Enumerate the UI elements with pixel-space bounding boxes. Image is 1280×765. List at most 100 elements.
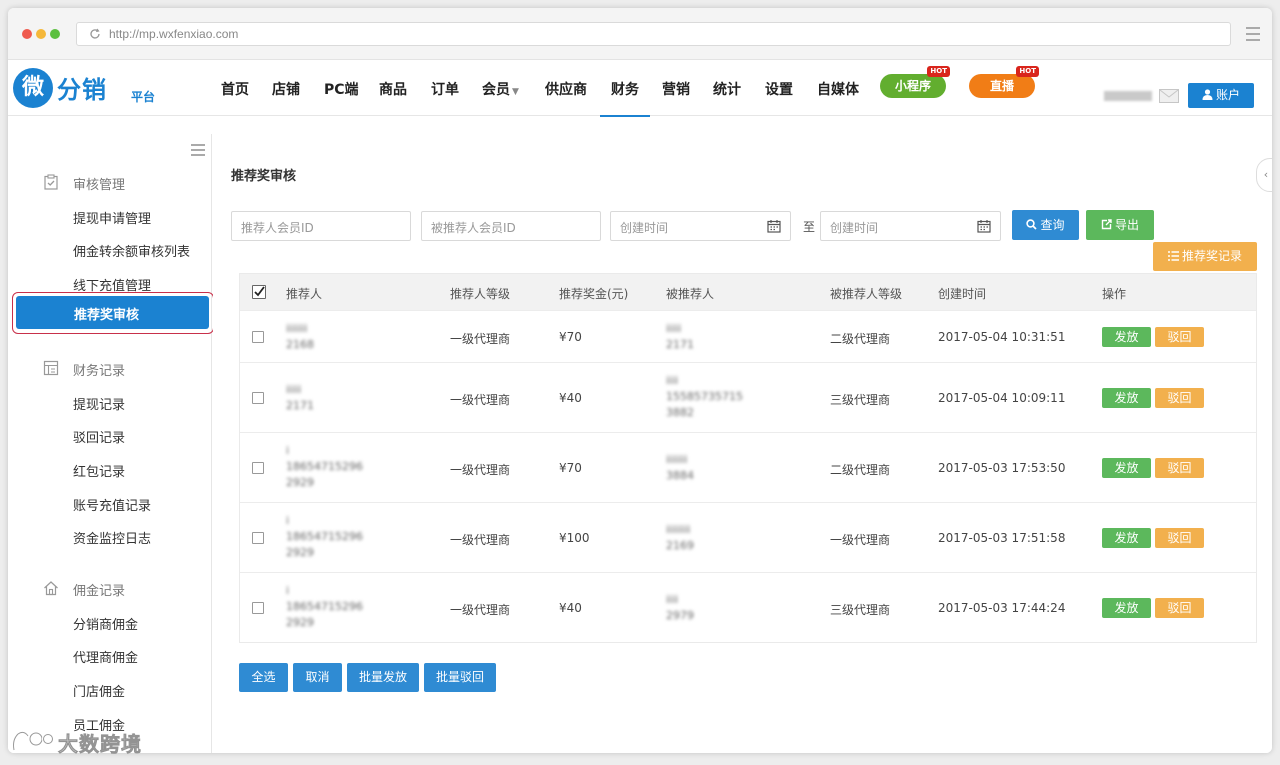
referee-cell: iiii 2979 [666, 593, 694, 622]
sidebar-item-commission-transfer[interactable]: 佣金转余额审核列表 [73, 241, 190, 260]
release-button[interactable]: 发放 [1102, 458, 1151, 478]
hot-badge: HOT [927, 66, 950, 77]
sidebar-item-store-commission[interactable]: 门店佣金 [73, 681, 125, 700]
nav-orders[interactable]: 订单 [431, 79, 459, 99]
sidebar-item-withdraw-requests[interactable]: 提现申请管理 [73, 208, 151, 227]
reject-button[interactable]: 驳回 [1155, 598, 1204, 618]
release-button[interactable]: 发放 [1102, 388, 1151, 408]
nav-marketing[interactable]: 营销 [662, 79, 690, 99]
nav-settings[interactable]: 设置 [765, 79, 793, 99]
sidebar-item-referral-review[interactable]: 推荐奖审核 [12, 292, 214, 334]
row-checkbox[interactable] [252, 602, 264, 614]
table-row: i 18654715296 2929 一级代理商 ¥70 iiiiiii 388… [240, 432, 1256, 502]
nav-pc[interactable]: PC端 [324, 79, 359, 99]
bulk-reject-button[interactable]: 批量驳回 [424, 663, 496, 692]
reject-button[interactable]: 驳回 [1155, 388, 1204, 408]
nav-finance[interactable]: 财务 [600, 79, 650, 117]
address-bar[interactable]: http://mp.wxfenxiao.com [76, 22, 1231, 46]
search-icon [1026, 219, 1038, 230]
referee-cell: iiiiiiii 2169 [666, 523, 694, 552]
referrer-cell: i 18654715296 2929 [286, 444, 363, 489]
start-date-placeholder: 创建时间 [620, 221, 669, 235]
referrer-level-cell: 一级代理商 [450, 463, 511, 477]
mini-program-button[interactable]: 小程序 HOT [880, 66, 950, 98]
release-button[interactable]: 发放 [1102, 327, 1151, 347]
watermark-logo-icon [11, 730, 54, 751]
calendar-icon[interactable] [977, 219, 991, 233]
nav-home[interactable]: 首页 [221, 79, 249, 99]
cancel-button[interactable]: 取消 [293, 663, 342, 692]
nav-suppliers[interactable]: 供应商 [545, 79, 587, 99]
created-time-cell: 2017-05-03 17:53:50 [938, 461, 1066, 475]
bonus-cell: ¥70 [559, 461, 582, 475]
nav-store[interactable]: 店铺 [272, 79, 300, 99]
header-referrer: 推荐人 [286, 287, 323, 301]
sidebar-item-withdraw-records[interactable]: 提现记录 [73, 394, 125, 413]
sidebar-item-reject-records[interactable]: 驳回记录 [73, 427, 125, 446]
close-window-dot[interactable] [22, 29, 32, 39]
mail-icon[interactable] [1159, 89, 1179, 103]
referee-level-cell: 一级代理商 [830, 533, 891, 547]
referral-records-label: 推荐奖记录 [1181, 249, 1242, 263]
sidebar-item-red-packet-records[interactable]: 红包记录 [73, 461, 125, 480]
nav-statistics[interactable]: 统计 [713, 79, 741, 99]
referral-table: 推荐人 推荐人等级 推荐奖金(元) 被推荐人 被推荐人等级 创建时间 操作 ii… [239, 273, 1257, 643]
referrer-cell: iiiiiii 2168 [286, 322, 314, 351]
end-date-input[interactable]: 创建时间 [820, 211, 1001, 241]
reject-button[interactable]: 驳回 [1155, 327, 1204, 347]
referee-id-placeholder: 被推荐人会员ID [431, 221, 516, 235]
referee-cell: iiiii 2171 [666, 322, 694, 351]
calendar-icon[interactable] [767, 219, 781, 233]
query-button[interactable]: 查询 [1012, 210, 1079, 240]
sidebar-item-recharge-records[interactable]: 账号充值记录 [73, 495, 151, 514]
select-all-checkbox[interactable] [252, 285, 266, 299]
bonus-cell: ¥40 [559, 601, 582, 615]
release-button[interactable]: 发放 [1102, 598, 1151, 618]
account-button[interactable]: 账户 [1188, 83, 1254, 108]
referrer-level-cell: 一级代理商 [450, 332, 511, 346]
nav-self-media[interactable]: 自媒体 [817, 79, 859, 99]
nav-members-label: 会员 [482, 82, 510, 98]
bulk-release-button[interactable]: 批量发放 [347, 663, 419, 692]
row-checkbox[interactable] [252, 532, 264, 544]
referrer-level-cell: 一级代理商 [450, 533, 511, 547]
side-panel-toggle[interactable]: ‹ [1256, 158, 1272, 192]
sidebar: 审核管理 提现申请管理 佣金转余额审核列表 线下充值管理 推荐奖审核 财务记录 … [8, 134, 214, 753]
created-time-cell: 2017-05-03 17:44:24 [938, 601, 1066, 615]
logo[interactable]: 微 分销 平台 [13, 68, 173, 108]
reject-button[interactable]: 驳回 [1155, 528, 1204, 548]
row-checkbox[interactable] [252, 392, 264, 404]
referrer-level-cell: 一级代理商 [450, 603, 511, 617]
referee-id-input[interactable]: 被推荐人会员ID [421, 211, 601, 241]
reject-button[interactable]: 驳回 [1155, 458, 1204, 478]
referee-cell: iiii 15585735715 3882 [666, 374, 743, 419]
reload-icon[interactable] [89, 28, 101, 40]
live-button[interactable]: 直播 HOT [969, 66, 1039, 98]
nav-products[interactable]: 商品 [379, 79, 407, 99]
query-label: 查询 [1040, 218, 1065, 232]
start-date-input[interactable]: 创建时间 [610, 211, 791, 241]
export-icon [1101, 219, 1112, 230]
collapse-sidebar-icon[interactable] [191, 144, 205, 159]
referee-level-cell: 二级代理商 [830, 463, 891, 477]
row-checkbox[interactable] [252, 462, 264, 474]
browser-menu-icon[interactable] [1246, 27, 1260, 45]
sidebar-item-agent-commission[interactable]: 代理商佣金 [73, 647, 138, 666]
release-button[interactable]: 发放 [1102, 528, 1151, 548]
minimize-window-dot[interactable] [36, 29, 46, 39]
section-title-finance-records: 财务记录 [73, 364, 126, 379]
maximize-window-dot[interactable] [50, 29, 60, 39]
referrer-id-input[interactable]: 推荐人会员ID [231, 211, 411, 241]
live-label: 直播 [989, 79, 1014, 93]
sidebar-item-distributor-commission[interactable]: 分销商佣金 [73, 614, 138, 633]
logo-sub-text: 平台 [131, 90, 156, 104]
watermark: 大数跨境 [10, 726, 180, 756]
referral-records-button[interactable]: 推荐奖记录 [1153, 242, 1257, 271]
username-blurred [1104, 91, 1152, 101]
select-all-button[interactable]: 全选 [239, 663, 288, 692]
export-button[interactable]: 导出 [1086, 210, 1154, 240]
row-checkbox[interactable] [252, 331, 264, 343]
nav-members[interactable]: 会员 ▼ [482, 79, 519, 99]
ledger-icon [43, 360, 59, 376]
sidebar-item-fund-monitor-log[interactable]: 资金监控日志 [73, 528, 151, 547]
